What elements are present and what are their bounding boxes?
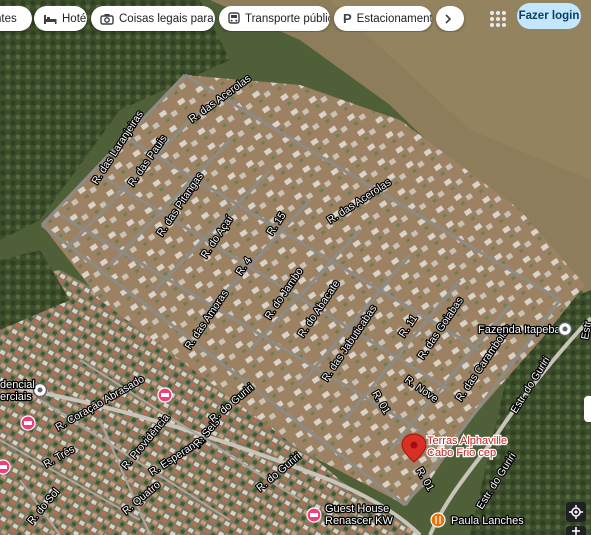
plus-icon — [572, 527, 580, 535]
camera-icon — [100, 12, 114, 26]
chip-label: Transporte público — [245, 12, 330, 25]
crosshair-icon — [569, 505, 583, 519]
category-chip-bar: ntes Hotéis Coisas legais para fa... Tra… — [0, 6, 470, 32]
chip-public-transport[interactable]: Transporte público — [219, 6, 330, 31]
place-fazenda[interactable]: Fazenda Itapeba II — [477, 321, 573, 337]
place-label: Paula Lanches — [451, 515, 524, 527]
place-label: erciais — [0, 391, 32, 403]
bus-icon — [228, 12, 240, 26]
satellite-map[interactable]: R. das Acerolas R. das Laranjeiras R. da… — [0, 0, 591, 535]
place-label: dencial — [0, 379, 35, 391]
chip-parking[interactable]: P Estacionamento — [334, 6, 432, 31]
place-label: Fazenda Itapeba II — [478, 324, 570, 336]
restaurant-icon — [430, 512, 446, 528]
place-label: Guest House — [325, 503, 389, 515]
chip-label: Coisas legais para fa... — [119, 12, 215, 25]
chip-more-button[interactable] — [436, 6, 464, 31]
apps-grid-icon[interactable] — [487, 8, 507, 28]
zoom-in-button[interactable] — [566, 526, 586, 535]
chevron-right-icon — [444, 12, 452, 26]
place-label: Cabo Frio cep — [427, 447, 496, 459]
chip-label: ntes — [0, 12, 17, 25]
login-button[interactable]: Fazer login — [517, 3, 581, 29]
side-panel-handle[interactable] — [584, 396, 591, 422]
chip-label: Hotéis — [62, 12, 87, 25]
chip-things-to-do[interactable]: Coisas legais para fa... — [91, 6, 215, 31]
bed-icon — [43, 12, 57, 26]
my-location-button[interactable] — [566, 502, 586, 522]
chip-label: Estacionamento — [356, 12, 432, 25]
chip-hotels[interactable]: Hotéis — [34, 6, 87, 31]
chip-restaurants[interactable]: ntes — [0, 6, 32, 31]
place-terras-alphaville[interactable]: Terras Alphaville Cabo Frio cep — [401, 433, 508, 463]
place-label: Terras Alphaville — [427, 435, 507, 447]
parking-icon: P — [343, 11, 352, 26]
street-label: Estr — [579, 320, 591, 341]
place-label: Renascer KW — [325, 515, 393, 527]
